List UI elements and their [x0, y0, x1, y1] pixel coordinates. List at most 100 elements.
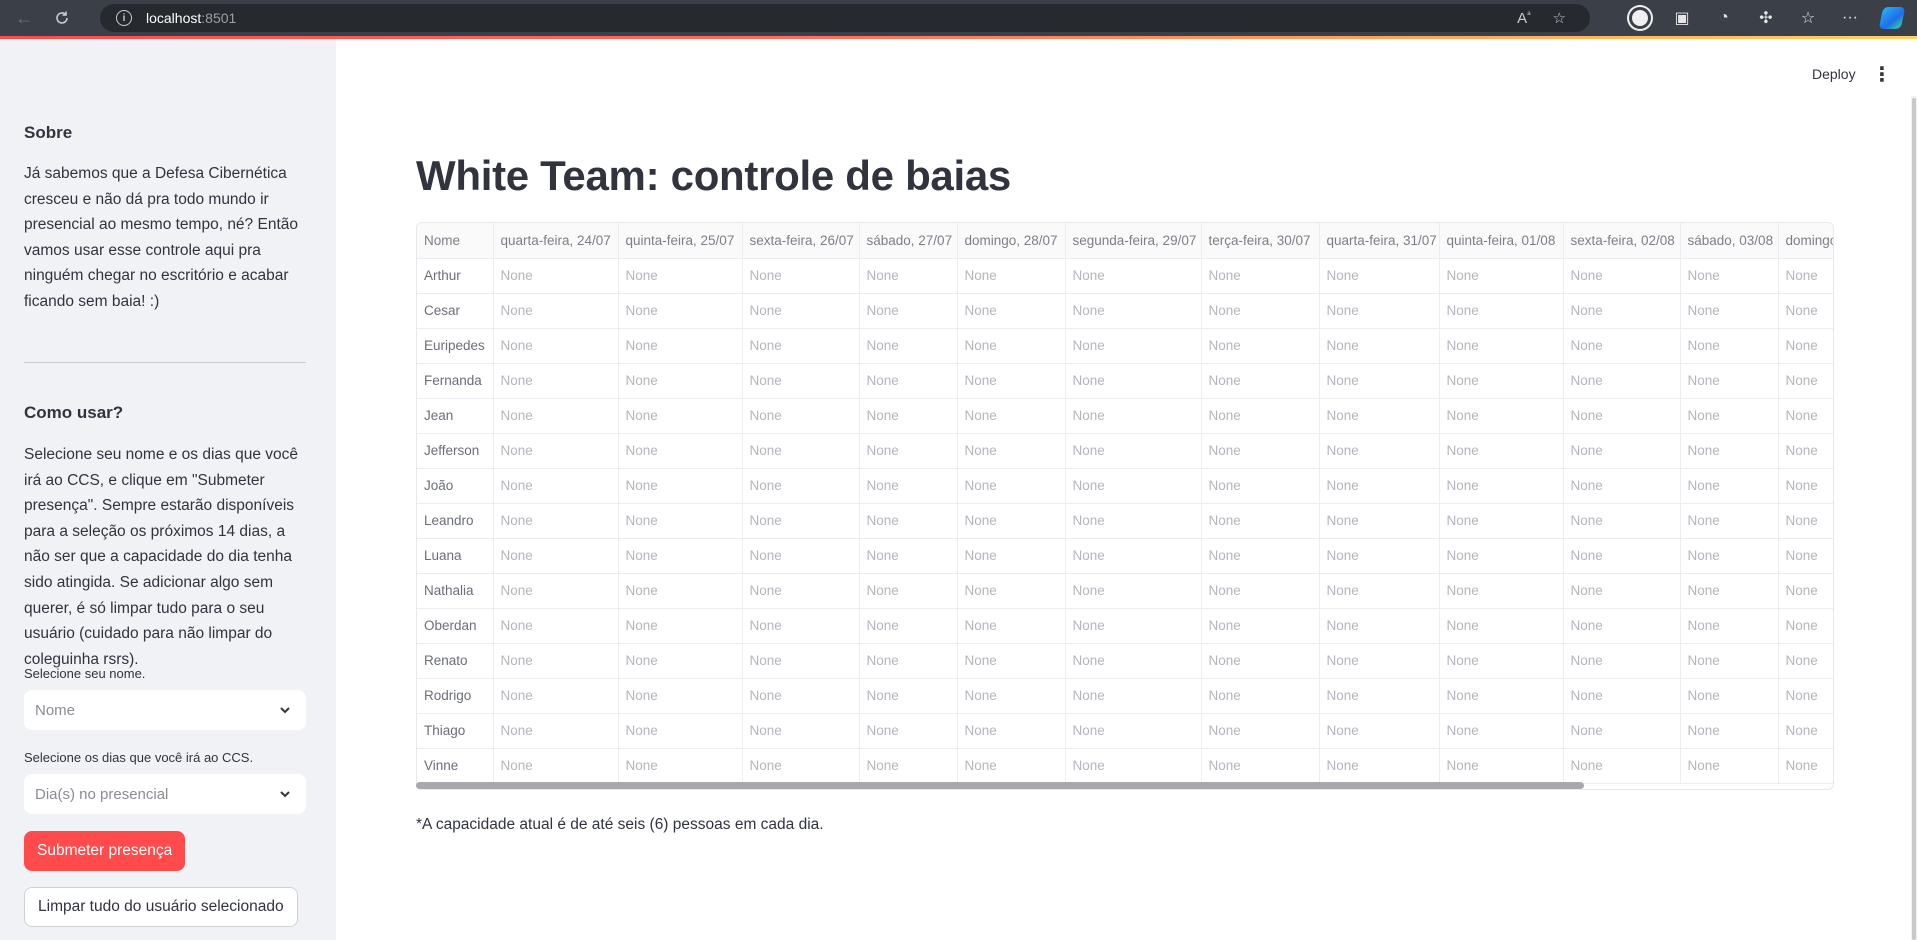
table-cell[interactable]: None: [1319, 363, 1440, 399]
column-header[interactable]: sexta-feira, 26/07: [742, 223, 860, 259]
column-header-name[interactable]: Nome: [417, 223, 494, 259]
table-cell[interactable]: None: [1680, 398, 1779, 434]
address-bar[interactable]: i localhost:8501 Aᵃ ☆: [100, 4, 1590, 32]
table-cell[interactable]: None: [1778, 468, 1833, 504]
table-cell[interactable]: None: [1563, 678, 1681, 714]
reload-icon[interactable]: [48, 4, 76, 32]
table-cell[interactable]: None: [1319, 608, 1440, 644]
table-cell[interactable]: None: [1201, 643, 1320, 679]
row-name-cell[interactable]: Vinne: [417, 748, 494, 784]
table-cell[interactable]: None: [1319, 678, 1440, 714]
table-cell[interactable]: None: [1563, 713, 1681, 749]
table-cell[interactable]: None: [859, 573, 958, 609]
table-cell[interactable]: None: [1778, 643, 1833, 679]
table-cell[interactable]: None: [1680, 363, 1779, 399]
table-cell[interactable]: None: [957, 608, 1066, 644]
row-name-cell[interactable]: Thiago: [417, 713, 494, 749]
table-cell[interactable]: None: [1680, 433, 1779, 469]
row-name-cell[interactable]: Leandro: [417, 503, 494, 539]
table-cell[interactable]: None: [1439, 573, 1564, 609]
table-cell[interactable]: None: [1563, 573, 1681, 609]
table-cell[interactable]: None: [1439, 258, 1564, 294]
extensions-puzzle-icon[interactable]: ✣: [1755, 7, 1777, 29]
column-header[interactable]: quarta-feira, 31/07: [1319, 223, 1440, 259]
table-cell[interactable]: None: [1563, 398, 1681, 434]
table-cell[interactable]: None: [742, 608, 860, 644]
table-cell[interactable]: None: [859, 328, 958, 364]
table-cell[interactable]: None: [618, 538, 743, 574]
table-cell[interactable]: None: [618, 608, 743, 644]
table-cell[interactable]: None: [1201, 573, 1320, 609]
table-cell[interactable]: None: [493, 433, 619, 469]
table-cell[interactable]: None: [859, 293, 958, 329]
table-cell[interactable]: None: [1319, 398, 1440, 434]
row-name-cell[interactable]: Cesar: [417, 293, 494, 329]
table-cell[interactable]: None: [1563, 468, 1681, 504]
table-cell[interactable]: None: [957, 398, 1066, 434]
table-cell[interactable]: None: [742, 398, 860, 434]
table-cell[interactable]: None: [493, 328, 619, 364]
table-cell[interactable]: None: [742, 468, 860, 504]
column-header[interactable]: sábado, 27/07: [859, 223, 958, 259]
table-cell[interactable]: None: [1778, 608, 1833, 644]
table-cell[interactable]: None: [1778, 573, 1833, 609]
table-cell[interactable]: None: [1563, 608, 1681, 644]
row-name-cell[interactable]: Euripedes: [417, 328, 494, 364]
table-cell[interactable]: None: [1065, 748, 1202, 784]
column-header[interactable]: quarta-feira, 24/07: [493, 223, 619, 259]
table-cell[interactable]: None: [1201, 293, 1320, 329]
table-cell[interactable]: None: [1201, 363, 1320, 399]
table-cell[interactable]: None: [1778, 433, 1833, 469]
copilot-icon[interactable]: [1878, 7, 1906, 29]
table-cell[interactable]: None: [1680, 573, 1779, 609]
table-cell[interactable]: None: [493, 608, 619, 644]
table-cell[interactable]: None: [1201, 398, 1320, 434]
table-cell[interactable]: None: [1778, 713, 1833, 749]
table-cell[interactable]: None: [618, 258, 743, 294]
table-horizontal-scrollbar[interactable]: [416, 782, 1584, 789]
table-cell[interactable]: None: [742, 643, 860, 679]
table-cell[interactable]: None: [1563, 363, 1681, 399]
table-cell[interactable]: None: [618, 573, 743, 609]
row-name-cell[interactable]: Arthur: [417, 258, 494, 294]
table-cell[interactable]: None: [1065, 538, 1202, 574]
table-cell[interactable]: None: [1201, 713, 1320, 749]
table-cell[interactable]: None: [957, 678, 1066, 714]
table-cell[interactable]: None: [1065, 398, 1202, 434]
table-cell[interactable]: None: [1439, 398, 1564, 434]
table-cell[interactable]: None: [618, 433, 743, 469]
table-cell[interactable]: None: [618, 363, 743, 399]
table-cell[interactable]: None: [859, 748, 958, 784]
row-name-cell[interactable]: Fernanda: [417, 363, 494, 399]
column-header[interactable]: terça-feira, 30/07: [1201, 223, 1320, 259]
table-cell[interactable]: None: [859, 363, 958, 399]
table-cell[interactable]: None: [859, 398, 958, 434]
table-cell[interactable]: None: [1065, 363, 1202, 399]
table-cell[interactable]: None: [618, 468, 743, 504]
table-cell[interactable]: None: [957, 573, 1066, 609]
table-cell[interactable]: None: [618, 748, 743, 784]
table-cell[interactable]: None: [1201, 328, 1320, 364]
table-cell[interactable]: None: [1319, 433, 1440, 469]
table-cell[interactable]: None: [1680, 643, 1779, 679]
table-cell[interactable]: None: [957, 293, 1066, 329]
table-cell[interactable]: None: [1065, 573, 1202, 609]
kebab-menu-icon[interactable]: ⋮: [1872, 62, 1892, 86]
table-cell[interactable]: None: [1065, 258, 1202, 294]
table-cell[interactable]: None: [1680, 538, 1779, 574]
table-cell[interactable]: None: [859, 258, 958, 294]
table-cell[interactable]: None: [1680, 328, 1779, 364]
table-cell[interactable]: None: [1680, 678, 1779, 714]
table-cell[interactable]: None: [1201, 258, 1320, 294]
row-name-cell[interactable]: Luana: [417, 538, 494, 574]
table-cell[interactable]: None: [1778, 363, 1833, 399]
table-cell[interactable]: None: [493, 398, 619, 434]
table-cell[interactable]: None: [1680, 608, 1779, 644]
row-name-cell[interactable]: Oberdan: [417, 608, 494, 644]
table-cell[interactable]: None: [859, 503, 958, 539]
table-cell[interactable]: None: [957, 328, 1066, 364]
table-cell[interactable]: None: [1065, 293, 1202, 329]
table-cell[interactable]: None: [742, 713, 860, 749]
table-cell[interactable]: None: [1778, 538, 1833, 574]
table-cell[interactable]: None: [1778, 293, 1833, 329]
